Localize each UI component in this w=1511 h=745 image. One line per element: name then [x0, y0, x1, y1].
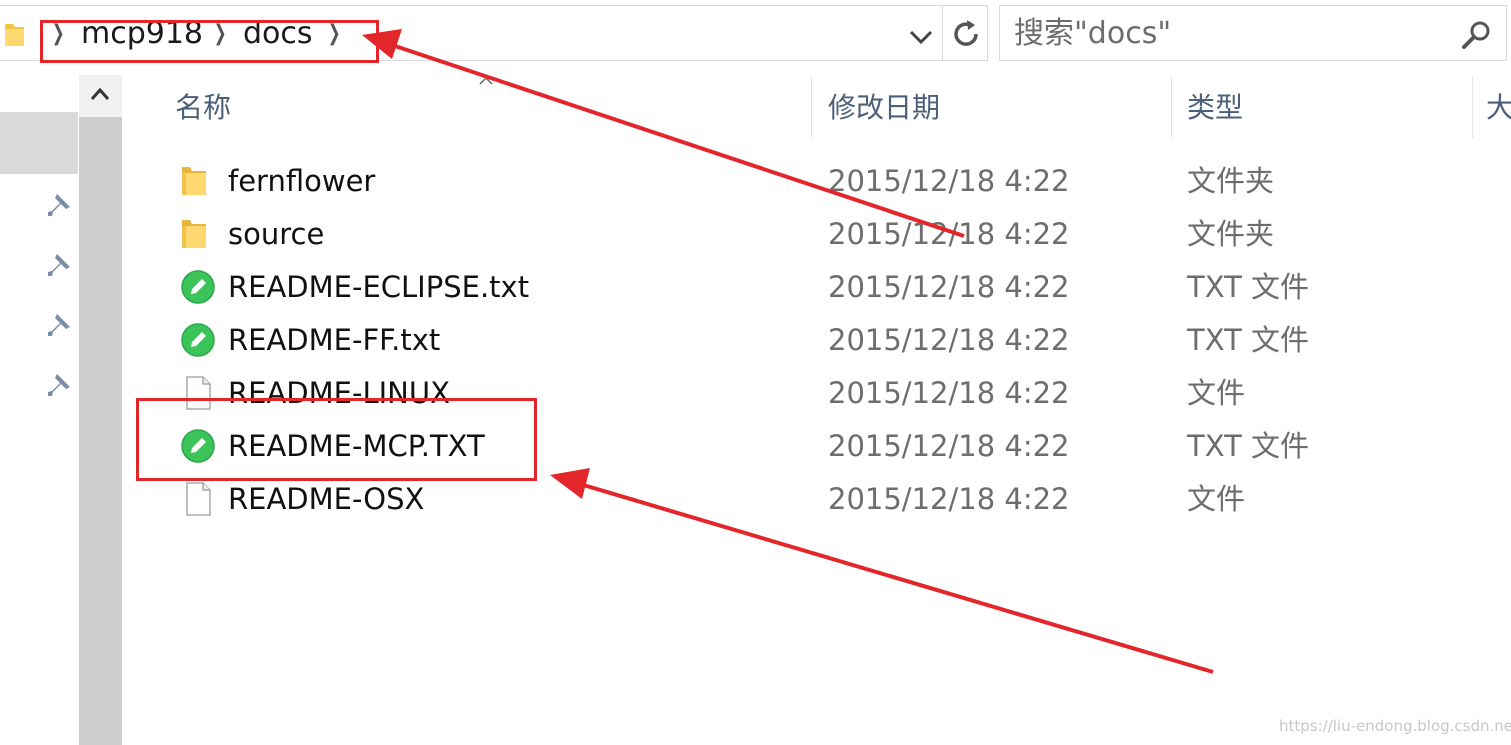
file-row[interactable]: fernflower 2015/12/18 4:22 文件夹: [140, 155, 1511, 208]
notepad-txt-icon: [180, 269, 216, 305]
file-name[interactable]: README-ECLIPSE.txt: [228, 266, 529, 308]
refresh-button[interactable]: [943, 5, 988, 61]
column-header-size[interactable]: 大: [1486, 85, 1511, 131]
column-divider[interactable]: [811, 76, 812, 138]
file-type: 文件: [1187, 376, 1246, 410]
file-name[interactable]: fernflower: [228, 160, 375, 202]
pin-icon[interactable]: [44, 250, 74, 280]
file-modified-date: 2015/12/18 4:22: [828, 270, 1070, 304]
navigation-pane: [0, 75, 78, 745]
highlight-box-readme-mcp: [136, 398, 537, 481]
file-type: 文件夹: [1187, 164, 1275, 198]
pin-icon[interactable]: [44, 310, 74, 340]
nav-selected-item[interactable]: [0, 112, 78, 174]
scroll-up-button[interactable]: [79, 75, 122, 115]
highlight-box-breadcrumb: [40, 20, 379, 63]
file-type: TXT 文件: [1187, 323, 1310, 357]
column-header-name[interactable]: 名称: [175, 85, 231, 131]
file-modified-date: 2015/12/18 4:22: [828, 217, 1070, 251]
watermark: https://liu-endong.blog.csdn.net: [1279, 717, 1511, 735]
vertical-scrollbar[interactable]: [79, 75, 122, 745]
refresh-icon: [954, 20, 978, 46]
file-type: 文件夹: [1187, 217, 1275, 251]
column-header-date[interactable]: 修改日期: [828, 85, 940, 131]
file-modified-date: 2015/12/18 4:22: [828, 429, 1070, 463]
pin-icon[interactable]: [44, 190, 74, 220]
search-input[interactable]: 搜索"docs": [999, 5, 1507, 61]
file-name[interactable]: README-OSX: [228, 478, 424, 520]
file-modified-date: 2015/12/18 4:22: [828, 164, 1070, 198]
file-row[interactable]: README-FF.txt 2015/12/18 4:22 TXT 文件: [140, 314, 1511, 367]
column-divider[interactable]: [1171, 76, 1172, 138]
blank-file-icon: [180, 481, 216, 517]
column-header-type[interactable]: 类型: [1187, 85, 1243, 131]
search-placeholder: 搜索"docs": [1014, 16, 1172, 51]
notepad-txt-icon: [180, 322, 216, 358]
sort-caret-icon: [479, 76, 493, 85]
file-type: 文件: [1187, 482, 1246, 516]
scroll-thumb[interactable]: [79, 117, 122, 745]
file-row[interactable]: README-ECLIPSE.txt 2015/12/18 4:22 TXT 文件: [140, 261, 1511, 314]
column-divider[interactable]: [1472, 76, 1473, 138]
file-row[interactable]: source 2015/12/18 4:22 文件夹: [140, 208, 1511, 261]
file-modified-date: 2015/12/18 4:22: [828, 323, 1070, 357]
file-type: TXT 文件: [1187, 270, 1310, 304]
folder-icon: [176, 216, 212, 252]
chevron-down-icon[interactable]: [907, 26, 935, 48]
file-type: TXT 文件: [1187, 429, 1310, 463]
file-name[interactable]: README-FF.txt: [228, 319, 440, 361]
folder-icon: [5, 24, 24, 46]
file-name[interactable]: source: [228, 213, 324, 255]
pin-icon[interactable]: [44, 370, 74, 400]
search-icon[interactable]: [1460, 19, 1494, 51]
chevron-up-icon: [90, 87, 110, 100]
file-modified-date: 2015/12/18 4:22: [828, 376, 1070, 410]
file-modified-date: 2015/12/18 4:22: [828, 482, 1070, 516]
folder-icon: [176, 163, 212, 199]
